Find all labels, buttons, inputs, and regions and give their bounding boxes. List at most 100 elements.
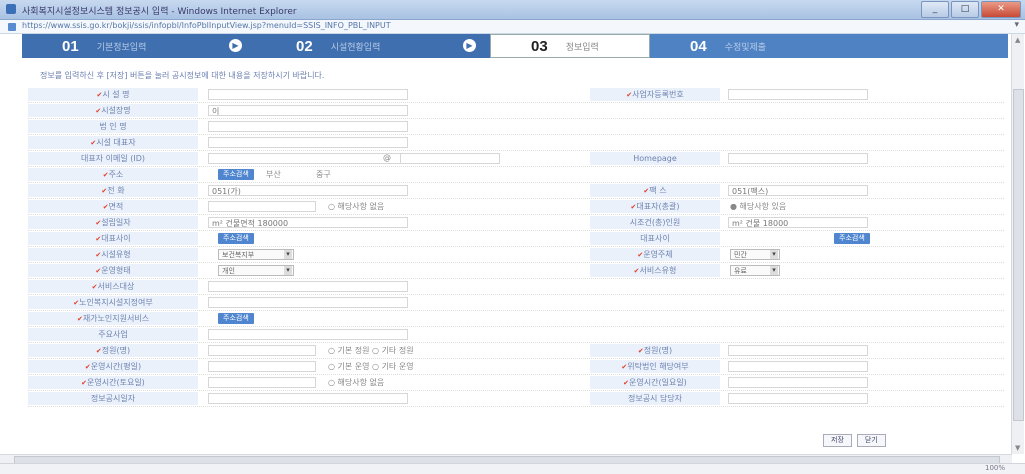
field-label: 법 인 명	[28, 120, 198, 133]
text-field[interactable]: m² 건물면적 180000	[208, 217, 408, 228]
field-label-right: 운영주체	[590, 248, 720, 261]
text-field[interactable]	[208, 201, 316, 212]
step-arrow-icon: ▶	[463, 39, 476, 52]
step-number: 04	[690, 37, 707, 55]
chevron-down-icon[interactable]: ▾	[1014, 20, 1019, 30]
field-label-right: 운영시간(일요일)	[590, 376, 720, 389]
text-field[interactable]	[208, 361, 316, 372]
close-button[interactable]: ✕	[981, 1, 1021, 18]
field-label: 시설 대표자	[28, 136, 198, 149]
field-label: 시설장명	[28, 104, 198, 117]
address-url[interactable]: https://www.ssis.go.kr/bokji/ssis/infopb…	[22, 21, 391, 30]
vertical-scrollbar[interactable]: ▲ ▼	[1011, 34, 1024, 454]
field-label: 시설유형	[28, 248, 198, 261]
step-indicator: 01 기본정보입력 ▶ 02 시설현황입력 ▶ 03 정보입력 04 수정및제출	[22, 34, 1008, 58]
field-label: 시 설 명	[28, 88, 198, 101]
text-field[interactable]	[728, 393, 868, 404]
field-label: 정원(명)	[28, 344, 198, 357]
step-number: 03	[531, 37, 548, 55]
field-label-right: 정원(명)	[590, 344, 720, 357]
text-field[interactable]	[208, 121, 408, 132]
text-field[interactable]	[208, 345, 316, 356]
text-field[interactable]	[208, 281, 408, 292]
window-controls: _ □ ✕	[921, 1, 1021, 18]
save-button[interactable]: 저장	[823, 434, 852, 447]
step-1[interactable]: 01 기본정보입력 ▶	[22, 34, 256, 58]
text-field[interactable]: 051(가)	[208, 185, 408, 196]
radio-group[interactable]: ○ 기본 정원 ○ 기타 정원	[328, 345, 414, 356]
radio-group[interactable]: ○ 해당사항 없음	[328, 377, 384, 388]
window-title: 사회복지시설정보시스템 정보공시 입력 - Windows Internet E…	[22, 7, 297, 17]
radio-group[interactable]: ○ 해당사항 없음	[328, 201, 384, 212]
status-bar: 100%	[0, 463, 1025, 474]
select-dropdown[interactable]: 유료	[730, 265, 780, 276]
close-form-button[interactable]: 닫기	[856, 434, 886, 447]
text-field[interactable]	[208, 329, 408, 340]
text-field[interactable]	[728, 345, 868, 356]
scroll-up-icon[interactable]: ▲	[1015, 36, 1020, 44]
text-field[interactable]: m² 건물 18000	[728, 217, 868, 228]
email-domain-field[interactable]	[400, 153, 500, 164]
radio-group[interactable]: ○ 기본 운영 ○ 기타 운영	[328, 361, 414, 372]
scroll-down-icon[interactable]: ▼	[1015, 444, 1020, 452]
field-label-right: 사업자등록번호	[590, 88, 720, 101]
page-icon	[8, 23, 16, 31]
step-2[interactable]: 02 시설현황입력 ▶	[256, 34, 490, 58]
field-label: 전 화	[28, 184, 198, 197]
step-number: 01	[62, 37, 79, 55]
form-row: 운영시간(토요일) ○ 해당사항 없음 운영시간(일요일)	[28, 375, 1004, 391]
field-label: 운영시간(평일)	[28, 360, 198, 373]
field-label-right: 대표사이	[590, 232, 720, 245]
form-actions: 저장 닫기	[823, 434, 886, 447]
form-row: 시 설 명 사업자등록번호	[28, 87, 1004, 103]
text-field[interactable]	[728, 89, 868, 100]
scroll-thumb[interactable]	[1013, 89, 1024, 421]
form-row: 설립일자 m² 건물면적 180000 시조건(총)인원 m² 건물 18000	[28, 215, 1004, 231]
step-arrow-icon: ▶	[229, 39, 242, 52]
form-row: 대표자 이메일 (ID) @ Homepage	[28, 151, 1004, 167]
text-field[interactable]	[728, 153, 868, 164]
at-sign: @	[383, 153, 391, 162]
address-search-button[interactable]: 주소검색	[218, 313, 254, 324]
field-label: 대표사이	[28, 232, 198, 245]
radio-group[interactable]: ● 해당사항 있음	[730, 201, 786, 212]
select-dropdown[interactable]: 보건복지부	[218, 249, 294, 260]
field-value: 중구	[316, 170, 331, 179]
form-row: 주요사업	[28, 327, 1004, 343]
field-label: 대표자 이메일 (ID)	[28, 152, 198, 165]
form-row: 서비스대상	[28, 279, 1004, 295]
form-row: 노인복지시설지정여부	[28, 295, 1004, 311]
text-field[interactable]	[208, 377, 316, 388]
maximize-button[interactable]: □	[951, 1, 979, 18]
address-search-button[interactable]: 주소검색	[218, 169, 254, 180]
field-label-right: 정보공시 담당자	[590, 392, 720, 405]
field-label: 서비스대상	[28, 280, 198, 293]
text-field[interactable]	[208, 137, 408, 148]
step-label: 시설현황입력	[330, 42, 381, 53]
window-titlebar: 사회복지시설정보시스템 정보공시 입력 - Windows Internet E…	[0, 0, 1025, 20]
field-label-right: 서비스유형	[590, 264, 720, 277]
text-field[interactable]	[208, 297, 408, 308]
form-row: 시설장명 이	[28, 103, 1004, 119]
text-field[interactable]	[728, 361, 868, 372]
form-row: 대표사이 주소검색 대표사이 주소검색	[28, 231, 1004, 247]
step-3[interactable]: 03 정보입력	[490, 34, 650, 58]
step-4[interactable]: 04 수정및제출	[650, 34, 1008, 58]
address-search-button[interactable]: 주소검색	[834, 233, 870, 244]
select-dropdown[interactable]: 개인	[218, 265, 294, 276]
select-dropdown[interactable]: 민간	[730, 249, 780, 260]
text-field[interactable]	[728, 377, 868, 388]
text-field[interactable]	[208, 153, 408, 164]
field-label: 면적	[28, 200, 198, 213]
text-field[interactable]: 051(팩스)	[728, 185, 868, 196]
zoom-level[interactable]: 100%	[985, 464, 1005, 472]
text-field[interactable]	[208, 89, 408, 100]
field-label: 주요사업	[28, 328, 198, 341]
text-field[interactable]: 이	[208, 105, 408, 116]
address-bar[interactable]: https://www.ssis.go.kr/bokji/ssis/infopb…	[0, 20, 1025, 34]
address-search-button[interactable]: 주소검색	[218, 233, 254, 244]
minimize-button[interactable]: _	[921, 1, 949, 18]
text-field[interactable]	[208, 393, 408, 404]
field-label-right: 시조건(총)인원	[590, 216, 720, 229]
field-label: 운영형태	[28, 264, 198, 277]
